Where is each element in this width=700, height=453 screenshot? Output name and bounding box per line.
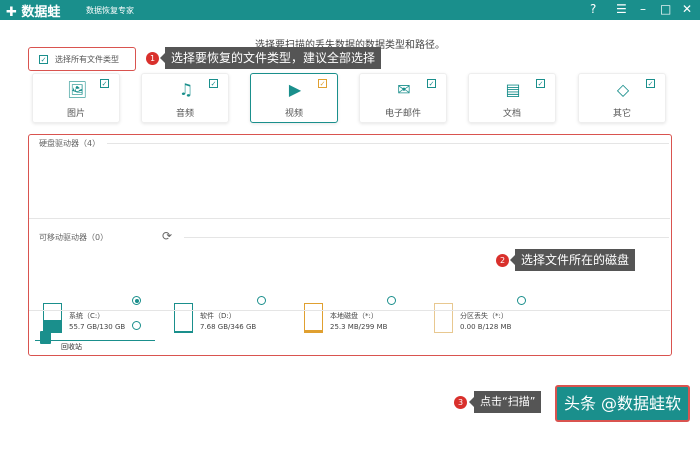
file-type-card-2[interactable]: ▶ ✓ 视频 [250, 73, 338, 123]
checkbox-icon: ✓ [39, 55, 48, 64]
callout-tooltip-1: 选择要恢复的文件类型，建议全部选择 [159, 47, 382, 69]
minimize-button[interactable]: – [640, 2, 646, 16]
callout-badge-3: 3 [454, 396, 467, 409]
trash-icon [40, 331, 51, 344]
drive-item[interactable]: 软件（D:） 7.68 GB/346 GB [166, 295, 286, 341]
drive-size: 0.00 B/128 MB [460, 323, 512, 331]
checkbox-icon[interactable]: ✓ [536, 79, 545, 88]
disk-icon [174, 303, 193, 333]
other-icon: ◇ [616, 80, 630, 99]
drive-size: 25.3 MB/299 MB [330, 323, 388, 331]
callout-badge-1: 1 [146, 52, 159, 65]
callout-tooltip-3: 点击“扫描” [468, 391, 542, 413]
removable-drives-title: 可移动驱动器（0） [39, 233, 109, 242]
callout-tooltip-2: 选择文件所在的磁盘 [509, 249, 636, 271]
recycle-bin-item[interactable]: 回收站 [35, 317, 145, 353]
file-type-card-3[interactable]: ✉ ✓ 电子邮件 [359, 73, 447, 123]
document-icon: ▤ [505, 80, 521, 99]
file-type-card-0[interactable]: 🖼 ✓ 图片 [32, 73, 120, 123]
app-logo: ✚ 数据蛙 [6, 5, 61, 20]
file-type-card-5[interactable]: ◇ ✓ 其它 [578, 73, 666, 123]
checkbox-icon[interactable]: ✓ [646, 79, 655, 88]
divider [29, 310, 670, 311]
checkbox-icon[interactable]: ✓ [209, 79, 218, 88]
maximize-button[interactable]: □ [660, 2, 671, 16]
drive-item[interactable]: 分区丢失（*:） 0.00 B/128 MB [426, 295, 546, 341]
music-icon: ♫ [178, 80, 194, 99]
drive-radio[interactable] [517, 296, 526, 305]
file-type-label: 音频 [175, 109, 194, 119]
divider [29, 218, 670, 219]
refresh-icon[interactable]: ⟳ [162, 229, 172, 243]
file-type-card-1[interactable]: ♫ ✓ 音频 [141, 73, 229, 123]
recycle-bin-label: 回收站 [61, 343, 82, 351]
mail-icon: ✉ [397, 80, 411, 99]
file-type-card-4[interactable]: ▤ ✓ 文档 [468, 73, 556, 123]
file-type-label: 图片 [66, 109, 85, 119]
select-all-checkbox[interactable]: ✓ 选择所有文件类型 [28, 47, 136, 71]
checkbox-icon[interactable]: ✓ [427, 79, 436, 88]
drive-radio[interactable] [132, 296, 141, 305]
drive-name: 分区丢失（*:） [460, 312, 508, 320]
file-type-label: 文档 [502, 109, 521, 119]
divider [184, 237, 669, 238]
file-type-label: 视频 [284, 109, 303, 119]
help-icon[interactable]: ? [590, 2, 596, 16]
select-all-label: 选择所有文件类型 [55, 55, 119, 64]
divider [107, 143, 669, 144]
menu-icon[interactable]: ☰ [616, 2, 627, 16]
scan-button[interactable]: 头条 @数据蛙软件 [555, 385, 690, 446]
drive-selection-panel: 硬盘驱动器（4） 系统（C:） 55.7 GB/130 GB 软件（D:） 7.68 … [28, 134, 672, 356]
disk-icon [304, 303, 323, 333]
image-icon: 🖼 [67, 80, 88, 99]
drive-item[interactable]: 本地磁盘（*:） 25.3 MB/299 MB [296, 295, 416, 341]
file-type-label: 电子邮件 [384, 109, 421, 119]
disk-icon [434, 303, 453, 333]
drive-radio[interactable] [387, 296, 396, 305]
title-bar: ✚ 数据蛙 数据恢复专家 ? ☰ – □ ✕ [0, 0, 700, 20]
checkbox-icon[interactable]: ✓ [318, 79, 327, 88]
close-button[interactable]: ✕ [682, 2, 692, 16]
callout-badge-2: 2 [496, 254, 509, 267]
video-icon: ▶ [288, 80, 302, 99]
app-subtitle: 数据恢复专家 [86, 6, 134, 15]
hard-drives-title: 硬盘驱动器（4） [39, 139, 101, 148]
file-type-label: 其它 [612, 109, 631, 119]
drive-radio[interactable] [257, 296, 266, 305]
drive-size: 7.68 GB/346 GB [200, 323, 257, 331]
checkbox-icon[interactable]: ✓ [100, 79, 109, 88]
drive-name: 软件（D:） [200, 312, 236, 320]
recycle-bin-radio[interactable] [132, 321, 141, 330]
drive-name: 本地磁盘（*:） [330, 312, 378, 320]
